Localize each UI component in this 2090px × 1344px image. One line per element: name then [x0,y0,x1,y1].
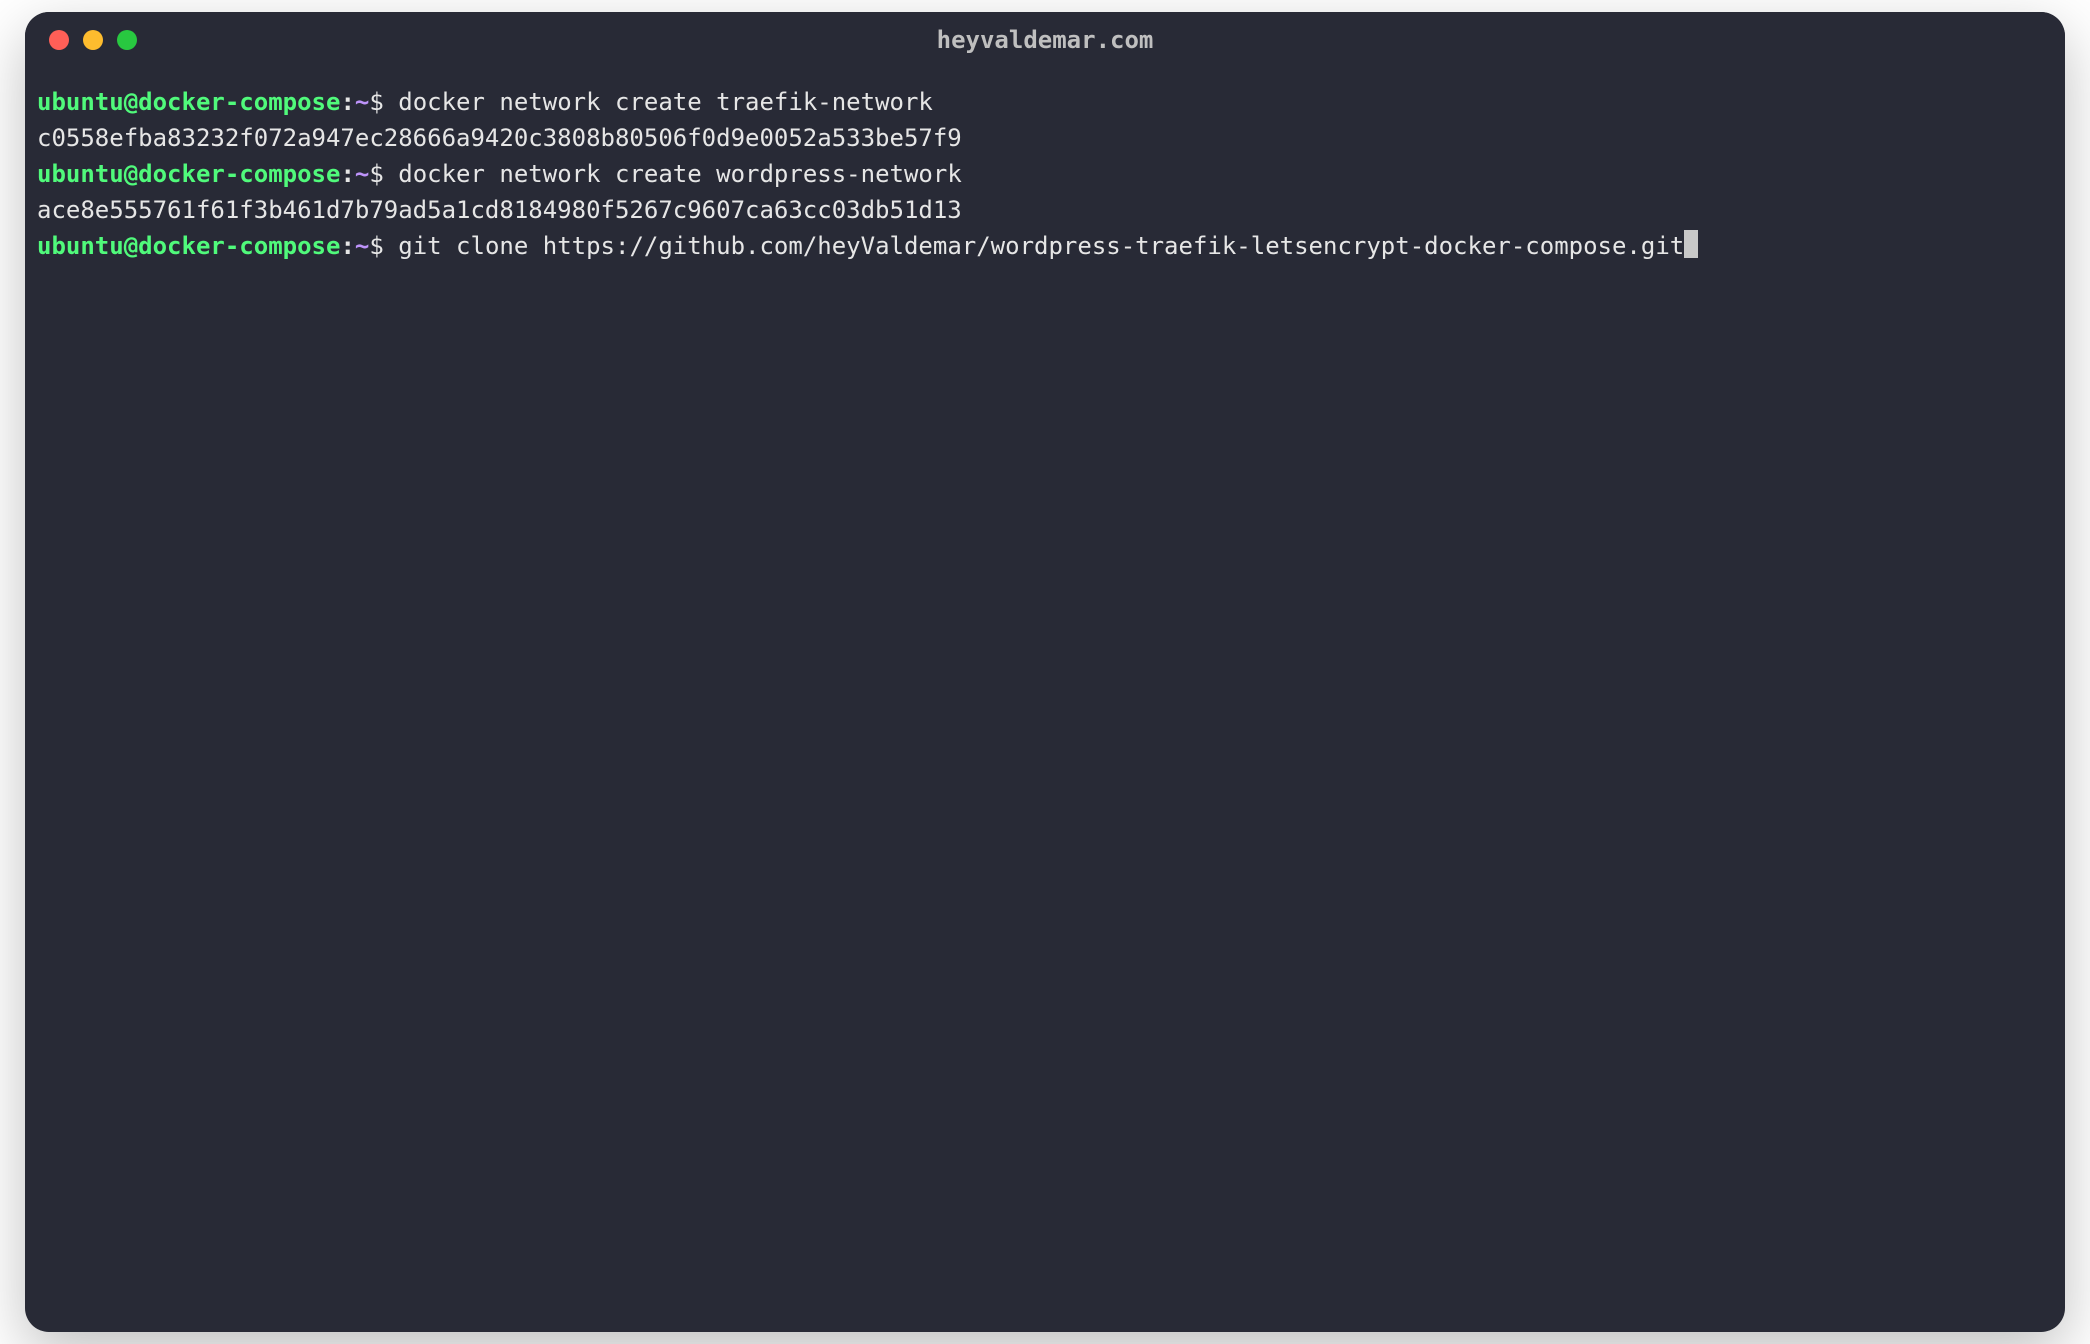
output-text: ace8e555761f61f3b461d7b79ad5a1cd8184980f… [37,196,962,224]
window-title: heyvaldemar.com [25,26,2065,54]
prompt-separator: : [340,232,354,260]
prompt-separator: : [340,88,354,116]
titlebar: heyvaldemar.com [25,12,2065,68]
terminal-output-line: c0558efba83232f072a947ec28666a9420c3808b… [37,120,2053,156]
command-text: docker network create wordpress-network [398,160,962,188]
terminal-command-line: ubuntu@docker-compose:~$ git clone https… [37,228,2053,264]
prompt-path: ~ [355,88,369,116]
output-text: c0558efba83232f072a947ec28666a9420c3808b… [37,124,962,152]
prompt-user-host: ubuntu@docker-compose [37,232,340,260]
close-icon[interactable] [49,30,69,50]
cursor-icon [1684,230,1698,258]
prompt-path: ~ [355,232,369,260]
prompt-user-host: ubuntu@docker-compose [37,88,340,116]
terminal-command-line: ubuntu@docker-compose:~$ docker network … [37,156,2053,192]
terminal-body[interactable]: ubuntu@docker-compose:~$ docker network … [25,68,2065,1332]
terminal-output-line: ace8e555761f61f3b461d7b79ad5a1cd8184980f… [37,192,2053,228]
terminal-window: heyvaldemar.com ubuntu@docker-compose:~$… [25,12,2065,1332]
zoom-icon[interactable] [117,30,137,50]
prompt-separator: : [340,160,354,188]
terminal-command-line: ubuntu@docker-compose:~$ docker network … [37,84,2053,120]
minimize-icon[interactable] [83,30,103,50]
command-text: git clone https://github.com/heyValdemar… [398,232,1684,260]
prompt-symbol: $ [369,88,398,116]
command-text: docker network create traefik-network [398,88,933,116]
prompt-symbol: $ [369,160,398,188]
prompt-symbol: $ [369,232,398,260]
prompt-path: ~ [355,160,369,188]
traffic-lights [25,30,137,50]
prompt-user-host: ubuntu@docker-compose [37,160,340,188]
